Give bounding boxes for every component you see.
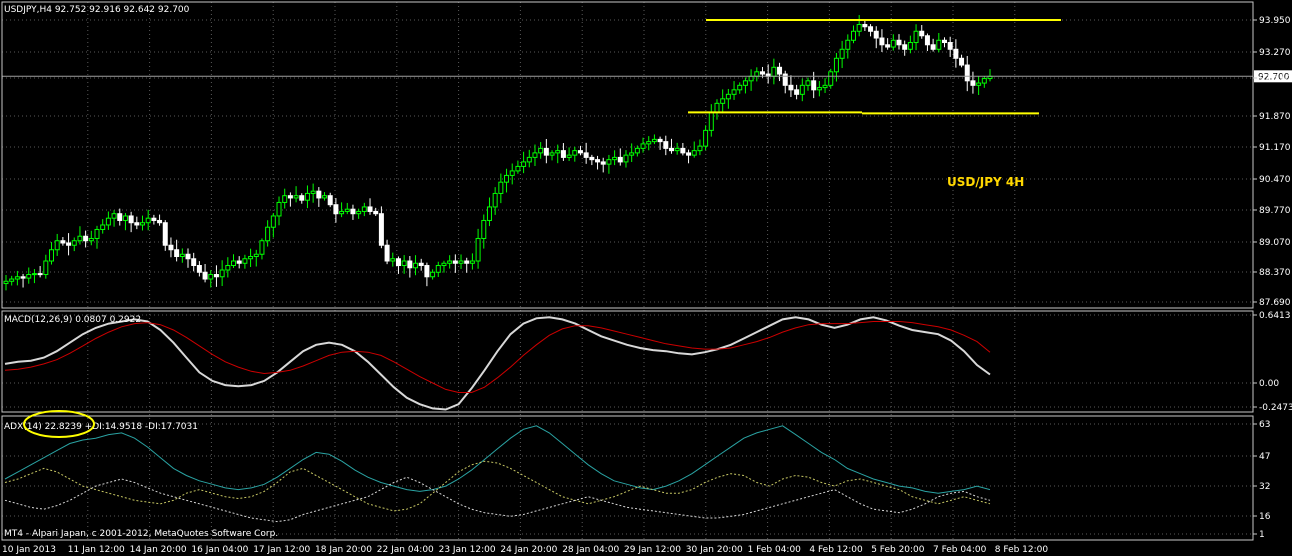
price-y-tick-label: 89.070: [1259, 238, 1291, 248]
x-tick-label: 10 Jan 2013: [2, 545, 56, 555]
adx-y-tick-label: 32: [1259, 482, 1270, 492]
price-y-tick-label: 88.370: [1259, 268, 1291, 278]
x-tick-label: 24 Jan 20:00: [500, 545, 557, 555]
price-y-tick-label: 91.170: [1259, 143, 1291, 153]
chart-background: [0, 0, 1292, 556]
macd-header: MACD(12,26,9) 0.0807 0.2922: [4, 315, 141, 325]
price-y-tick-label: 89.770: [1259, 206, 1291, 216]
x-tick-label: 30 Jan 20:00: [686, 545, 743, 555]
x-tick-label: 16 Jan 04:00: [191, 545, 248, 555]
price-y-tick-label: 90.470: [1259, 175, 1291, 185]
x-tick-label: 8 Feb 12:00: [995, 545, 1049, 555]
x-tick-label: 23 Jan 12:00: [439, 545, 496, 555]
x-tick-label: 28 Jan 04:00: [562, 545, 619, 555]
x-tick-label: 18 Jan 20:00: [315, 545, 372, 555]
price-y-tick-label: 93.270: [1259, 48, 1291, 58]
x-tick-label: 29 Jan 12:00: [624, 545, 681, 555]
price-y-tick-label: 92.570: [1259, 74, 1291, 84]
x-tick-label: 14 Jan 20:00: [130, 545, 187, 555]
adx-y-tick-label: 16: [1259, 512, 1271, 522]
price-y-tick-label: 87.690: [1259, 298, 1291, 308]
x-tick-label: 5 Feb 20:00: [871, 545, 925, 555]
adx-header: ADX(14) 22.8239 +DI:14.9518 -DI:17.7031: [4, 422, 198, 432]
chart-window[interactable]: 92.700 10 Jan 2013 11 Jan 12:00 14 Jan 20:…: [0, 0, 1292, 556]
macd-y-tick-label: -0.2473: [1259, 403, 1292, 413]
candle[interactable]: [828, 68, 834, 89]
x-tick-label: 11 Jan 12:00: [68, 545, 125, 555]
x-tick-label: 7 Feb 04:00: [933, 545, 987, 555]
x-tick-label: 1 Feb 04:00: [748, 545, 802, 555]
symbol-header: USDJPY,H4 92.752 92.916 92.642 92.700: [4, 5, 190, 15]
copyright-text: MT4 - Alpari Japan, c 2001-2012, MetaQuo…: [4, 529, 278, 539]
chart-annotation: USD/JPY 4H: [947, 175, 1024, 189]
price-y-tick-label: 93.950: [1259, 16, 1291, 26]
adx-y-tick-label: 1: [1259, 530, 1265, 540]
macd-y-tick-label: 0.00: [1259, 379, 1279, 389]
macd-y-tick-label: 0.6413: [1259, 311, 1291, 321]
price-y-tick-label: 91.870: [1259, 112, 1291, 122]
adx-y-tick-label: 47: [1259, 452, 1270, 462]
x-tick-label: 22 Jan 04:00: [377, 545, 434, 555]
x-tick-label: 4 Feb 12:00: [809, 545, 863, 555]
x-tick-label: 17 Jan 12:00: [253, 545, 310, 555]
adx-y-tick-label: 63: [1259, 420, 1270, 430]
